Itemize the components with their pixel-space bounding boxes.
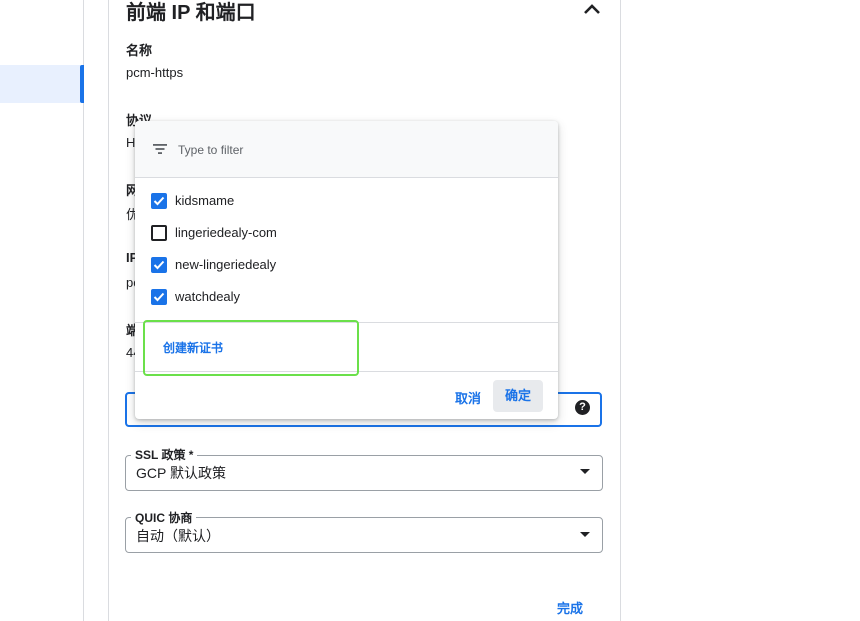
filter-input[interactable] xyxy=(176,138,520,162)
ok-button[interactable]: 确定 xyxy=(493,380,543,412)
checkmark-icon xyxy=(153,292,165,302)
help-icon[interactable]: ? xyxy=(575,400,590,415)
name-label: 名称 xyxy=(126,43,153,58)
checkmark-icon xyxy=(153,260,165,270)
dropdown-arrow-icon[interactable] xyxy=(580,532,590,537)
ssl-policy-value: GCP 默认政策 xyxy=(136,465,226,481)
option-label: new-lingeriedealy xyxy=(175,257,277,272)
quic-label: QUIC 协商 xyxy=(131,509,197,526)
checkbox-unchecked[interactable] xyxy=(151,225,167,241)
quic-value: 自动（默认） xyxy=(136,528,220,544)
option-lingeriedealy-com[interactable]: lingeriedealy-com xyxy=(151,222,541,244)
checkmark-icon xyxy=(153,196,165,206)
name-value: pcm-https xyxy=(126,65,184,80)
checkbox-checked[interactable] xyxy=(151,193,167,209)
highlight-annotation xyxy=(143,320,359,376)
ssl-policy-label: SSL 政策 * xyxy=(131,446,198,463)
dropdown-arrow-icon[interactable] xyxy=(580,469,590,474)
option-watchdealy[interactable]: watchdealy xyxy=(151,286,541,308)
option-label: kidsmame xyxy=(175,193,235,208)
option-label: watchdealy xyxy=(175,289,241,304)
option-label: lingeriedealy-com xyxy=(175,225,277,240)
panel-title: 前端 IP 和端口 xyxy=(126,2,256,24)
filter-icon xyxy=(153,144,167,154)
option-new-lingeriedealy[interactable]: new-lingeriedealy xyxy=(151,254,541,276)
checkbox-checked[interactable] xyxy=(151,289,167,305)
nav-active-indicator xyxy=(80,65,84,103)
filter-row xyxy=(135,121,558,178)
done-button[interactable]: 完成 xyxy=(557,598,583,617)
checkbox-checked[interactable] xyxy=(151,257,167,273)
left-nav xyxy=(0,0,84,621)
option-kidsmame[interactable]: kidsmame xyxy=(151,190,541,212)
nav-item-active[interactable] xyxy=(0,65,84,103)
chevron-up-icon[interactable] xyxy=(581,0,603,18)
cancel-button[interactable]: 取消 xyxy=(455,388,481,407)
protocol-value: H xyxy=(126,135,136,150)
